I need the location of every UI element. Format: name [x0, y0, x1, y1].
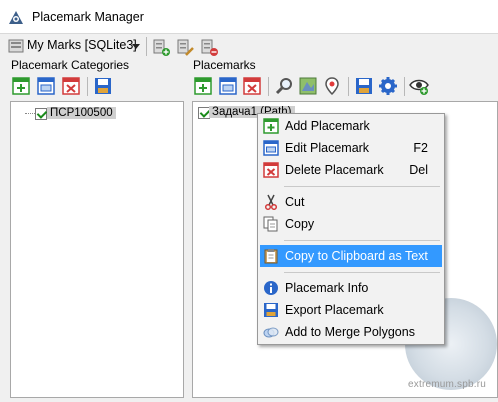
menu-separator	[284, 272, 440, 273]
database-select[interactable]: My Marks [SQLite3]	[27, 38, 137, 52]
menu-item-label: Add to Merge Polygons	[285, 325, 415, 339]
title-bar: Placemark Manager	[0, 0, 498, 34]
menu-item-delete-placemark[interactable]: Delete Placemark Del	[260, 159, 442, 181]
menu-item-label: Edit Placemark	[285, 141, 370, 155]
show-placemarks-icon[interactable]	[409, 76, 429, 96]
menu-item-cut[interactable]: Cut	[260, 191, 442, 213]
toolbar-divider	[348, 77, 349, 96]
add-database-icon[interactable]	[151, 37, 171, 57]
save-placemarks-icon[interactable]	[354, 76, 374, 96]
save-icon[interactable]	[93, 76, 113, 96]
menu-item-label: Delete Placemark	[285, 163, 384, 177]
watermark-text: extremum.spb.ru	[408, 379, 487, 390]
menu-item-copy-to-clipboard[interactable]: Copy to Clipboard as Text	[260, 245, 442, 267]
menu-item-add-to-merge-polygons[interactable]: Add to Merge Polygons	[260, 321, 442, 343]
menu-item-edit-placemark[interactable]: Edit Placemark F2	[260, 137, 442, 159]
delete-placemark-icon	[263, 162, 279, 178]
menu-item-label: Copy to Clipboard as Text	[285, 249, 428, 263]
menu-item-copy[interactable]: Copy	[260, 213, 442, 235]
edit-placemark-icon	[263, 140, 279, 156]
toolbar-divider	[268, 77, 269, 96]
add-placemark-icon[interactable]	[193, 76, 213, 96]
menu-item-shortcut: F2	[413, 141, 428, 155]
edit-placemark-icon[interactable]	[218, 76, 238, 96]
category-item-label[interactable]: ПСР100500	[47, 107, 116, 119]
category-checkbox[interactable]	[35, 108, 47, 120]
toolbar-divider	[87, 77, 88, 96]
merge-polygons-icon	[263, 327, 279, 338]
goto-placemark-icon[interactable]	[322, 76, 342, 96]
menu-separator	[284, 186, 440, 187]
delete-database-icon[interactable]	[199, 37, 219, 57]
database-toolbar: My Marks [SQLite3]	[0, 34, 498, 60]
delete-category-icon[interactable]	[61, 76, 81, 96]
info-icon	[264, 281, 278, 295]
categories-panel-label: Placemark Categories	[11, 58, 130, 72]
add-placemark-icon	[263, 118, 279, 134]
menu-item-label: Placemark Info	[285, 281, 369, 295]
add-category-icon[interactable]	[11, 76, 31, 96]
app-icon	[9, 11, 23, 24]
copy-icon	[263, 216, 278, 232]
context-menu: Add Placemark Edit Placemark F2 Delete P…	[257, 113, 445, 345]
map-view-icon[interactable]	[298, 76, 318, 96]
menu-item-shortcut: Del	[409, 163, 428, 177]
menu-item-label: Copy	[285, 217, 315, 231]
menu-item-label: Cut	[285, 195, 305, 209]
placemarks-panel-label: Placemarks	[193, 58, 256, 72]
export-icon	[264, 303, 278, 317]
scissors-icon	[264, 194, 278, 210]
menu-item-export-placemark[interactable]: Export Placemark	[260, 299, 442, 321]
edit-category-icon[interactable]	[36, 76, 56, 96]
delete-placemark-icon[interactable]	[242, 76, 262, 96]
edit-database-icon[interactable]	[175, 37, 195, 57]
menu-item-label: Export Placemark	[285, 303, 384, 317]
toolbar-divider	[404, 77, 405, 96]
chevron-down-icon[interactable]	[132, 44, 140, 49]
menu-item-add-placemark[interactable]: Add Placemark	[260, 115, 442, 137]
menu-item-placemark-info[interactable]: Placemark Info	[260, 277, 442, 299]
menu-item-label: Add Placemark	[285, 119, 370, 133]
toolbar-divider	[146, 37, 147, 56]
search-icon[interactable]	[274, 76, 294, 96]
clipboard-icon	[264, 249, 278, 264]
menu-separator	[284, 240, 440, 241]
window-title: Placemark Manager	[32, 10, 144, 24]
database-icon	[8, 39, 24, 53]
categories-tree[interactable]: ПСР100500	[10, 101, 184, 398]
gear-icon[interactable]	[378, 76, 398, 96]
